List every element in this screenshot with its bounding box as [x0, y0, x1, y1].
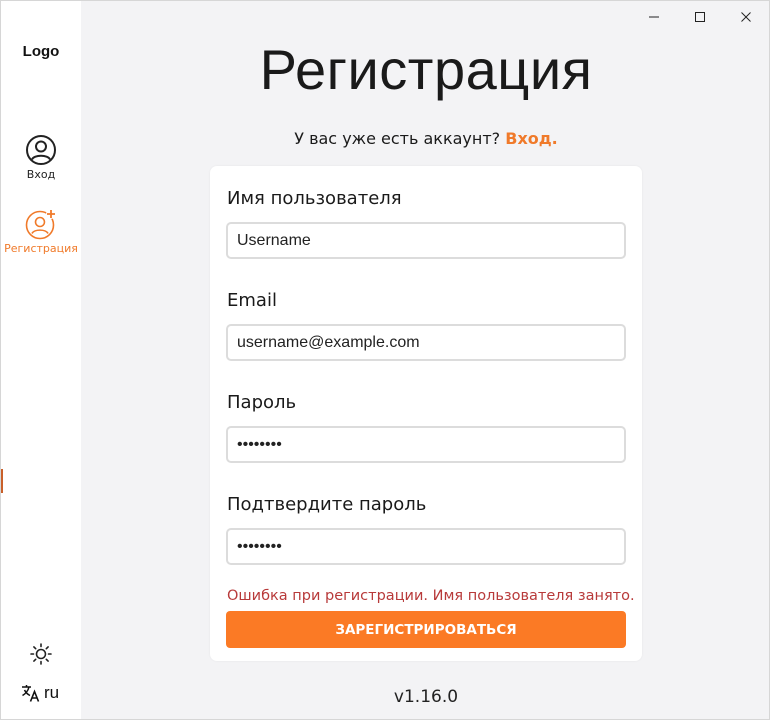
- email-label: Email: [227, 290, 277, 311]
- sidebar-item-register[interactable]: Регистрация: [1, 208, 81, 255]
- login-prompt: У вас уже есть аккаунт? Вход.: [81, 129, 770, 148]
- language-switch[interactable]: ru: [21, 683, 59, 703]
- translate-icon: [22, 685, 40, 702]
- email-input[interactable]: [226, 324, 626, 361]
- language-label: ru: [44, 683, 60, 702]
- error-message: Ошибка при регистрации. Имя пользователя…: [227, 588, 635, 604]
- password-input[interactable]: [226, 426, 626, 463]
- confirm-password-input[interactable]: [226, 528, 626, 565]
- minimize-button[interactable]: [631, 1, 677, 33]
- maximize-button[interactable]: [677, 1, 723, 33]
- sidebar-edge-marker: [1, 469, 3, 493]
- page-title: Регистрация: [259, 38, 593, 101]
- username-input[interactable]: [226, 222, 626, 259]
- login-link[interactable]: Вход.: [505, 129, 558, 148]
- sidebar-item-label: Регистрация: [4, 242, 78, 255]
- password-label: Пароль: [227, 392, 297, 413]
- maximize-icon: [695, 12, 705, 22]
- registration-form: Имя пользователя Email Пароль Подтвердит…: [210, 166, 642, 661]
- sidebar-item-label: Вход: [26, 168, 56, 181]
- sidebar: Logo Вход Регистрация ru: [1, 1, 81, 719]
- titlebar-controls: [631, 1, 769, 33]
- minimize-icon: [649, 16, 659, 18]
- user-add-icon: [25, 209, 56, 240]
- app-window: Logo Вход Регистрация ru Регистрация У в…: [0, 0, 770, 720]
- login-prompt-text: У вас уже есть аккаунт?: [294, 129, 501, 148]
- register-button[interactable]: ЗАРЕГИСТРИРОВАТЬСЯ: [226, 611, 626, 648]
- close-icon: [741, 12, 751, 22]
- confirm-password-label: Подтвердите пароль: [227, 494, 427, 515]
- user-circle-icon: [26, 135, 56, 165]
- close-button[interactable]: [723, 1, 769, 33]
- theme-toggle[interactable]: [29, 642, 53, 666]
- logo: Logo: [22, 43, 60, 60]
- sun-icon: [30, 643, 52, 665]
- sidebar-item-login[interactable]: Вход: [1, 134, 81, 181]
- username-label: Имя пользователя: [227, 188, 402, 209]
- version-label: v1.16.0: [393, 687, 459, 707]
